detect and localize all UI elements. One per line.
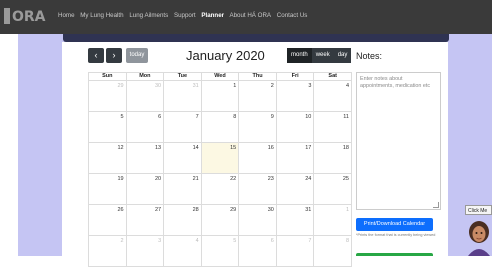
day-cell[interactable]: 4 xyxy=(313,80,352,112)
chat-tooltip[interactable]: Click Me xyxy=(465,205,492,215)
day-cell[interactable]: 4 xyxy=(163,235,202,267)
day-cell[interactable]: 10 xyxy=(275,111,315,143)
view-switcher: month week day xyxy=(287,48,352,63)
today-cell[interactable]: 15 xyxy=(200,142,240,174)
chat-avatar[interactable] xyxy=(466,218,492,256)
view-week-button[interactable]: week xyxy=(311,48,334,63)
day-cell[interactable]: 8 xyxy=(313,235,352,267)
day-cell[interactable]: 29 xyxy=(200,204,240,236)
day-cell[interactable]: 6 xyxy=(125,111,165,143)
prev-month-button[interactable]: ‹ xyxy=(88,48,104,63)
day-cell[interactable]: 7 xyxy=(163,111,202,143)
weekday-header: Tue xyxy=(163,72,202,81)
print-calendar-button[interactable]: Print/Download Calendar xyxy=(356,218,433,231)
week-row: 29 30 31 1 2 3 4 xyxy=(88,80,352,112)
weekday-header-row: Sun Mon Tue Wed Thu Fri Sat xyxy=(88,72,352,81)
day-cell[interactable]: 1 xyxy=(313,204,352,236)
week-row: 26 27 28 29 30 31 1 xyxy=(88,204,352,236)
nav-link-contact[interactable]: Contact Us xyxy=(277,12,308,19)
nav-link-home[interactable]: Home xyxy=(58,12,75,19)
day-cell[interactable]: 31 xyxy=(163,80,202,112)
day-cell[interactable]: 7 xyxy=(275,235,315,267)
notes-heading: Notes: xyxy=(356,51,383,61)
day-cell[interactable]: 14 xyxy=(163,142,202,174)
nav-link-support[interactable]: Support xyxy=(174,12,196,19)
day-cell[interactable]: 21 xyxy=(163,173,202,205)
week-row: 12 13 14 15 16 17 18 xyxy=(88,142,352,174)
top-navbar: ORA Home My Lung Health Lung Ailments Su… xyxy=(0,0,492,34)
day-cell[interactable]: 24 xyxy=(275,173,315,205)
weekday-header: Sat xyxy=(313,72,352,81)
notes-textarea[interactable]: Enter notes about appointments, medicati… xyxy=(356,72,441,210)
day-cell[interactable]: 13 xyxy=(125,142,165,174)
view-month-button[interactable]: month xyxy=(287,48,312,63)
weekday-header: Sun xyxy=(88,72,127,81)
day-cell[interactable]: 2 xyxy=(238,80,277,112)
day-cell[interactable]: 29 xyxy=(88,80,127,112)
day-cell[interactable]: 8 xyxy=(200,111,240,143)
print-note: *Prints the format that is currently bei… xyxy=(356,233,436,237)
day-cell[interactable]: 30 xyxy=(238,204,277,236)
day-cell[interactable]: 6 xyxy=(238,235,277,267)
calendar-title: January 2020 xyxy=(186,48,265,63)
day-cell[interactable]: 11 xyxy=(313,111,352,143)
weekday-header: Mon xyxy=(125,72,165,81)
day-cell[interactable]: 5 xyxy=(88,111,127,143)
weekday-header: Wed xyxy=(200,72,240,81)
week-row: 19 20 21 22 23 24 25 xyxy=(88,173,352,205)
nav-link-lung-ailments[interactable]: Lung Ailments xyxy=(129,12,168,19)
nav-link-my-lung-health[interactable]: My Lung Health xyxy=(80,12,123,19)
chevron-left-icon: ‹ xyxy=(94,50,98,60)
today-button[interactable]: today xyxy=(126,48,148,63)
day-cell[interactable]: 23 xyxy=(238,173,277,205)
day-cell[interactable]: 12 xyxy=(88,142,127,174)
day-cell[interactable]: 16 xyxy=(238,142,277,174)
month-calendar: Sun Mon Tue Wed Thu Fri Sat 29 30 31 1 2… xyxy=(88,72,352,267)
week-row: 2 3 4 5 6 7 8 xyxy=(88,235,352,267)
day-cell[interactable]: 1 xyxy=(200,80,240,112)
weekday-header: Thu xyxy=(238,72,277,81)
nav-links: Home My Lung Health Lung Ailments Suppor… xyxy=(58,12,311,19)
day-cell[interactable]: 18 xyxy=(313,142,352,174)
day-cell[interactable]: 2 xyxy=(88,235,127,267)
week-row: 5 6 7 8 9 10 11 xyxy=(88,111,352,143)
resize-handle-icon[interactable] xyxy=(433,202,439,208)
header-strip xyxy=(63,34,449,42)
nav-link-about[interactable]: About HÁ ORA xyxy=(229,12,271,19)
day-cell[interactable]: 3 xyxy=(275,80,315,112)
day-cell[interactable]: 19 xyxy=(88,173,127,205)
day-cell[interactable]: 20 xyxy=(125,173,165,205)
view-day-button[interactable]: day xyxy=(333,48,352,63)
day-cell[interactable]: 5 xyxy=(200,235,240,267)
day-cell[interactable]: 3 xyxy=(125,235,165,267)
site-logo[interactable]: ORA xyxy=(4,8,46,26)
day-cell[interactable]: 17 xyxy=(275,142,315,174)
chevron-right-icon: › xyxy=(112,50,116,60)
day-cell[interactable]: 28 xyxy=(163,204,202,236)
day-cell[interactable]: 22 xyxy=(200,173,240,205)
day-cell[interactable]: 31 xyxy=(275,204,315,236)
nav-link-planner[interactable]: Planner xyxy=(201,12,224,19)
day-cell[interactable]: 9 xyxy=(238,111,277,143)
day-cell[interactable]: 27 xyxy=(125,204,165,236)
next-month-button[interactable]: › xyxy=(106,48,122,63)
day-cell[interactable]: 30 xyxy=(125,80,165,112)
weekday-header: Fri xyxy=(275,72,315,81)
day-cell[interactable]: 26 xyxy=(88,204,127,236)
day-cell[interactable]: 25 xyxy=(313,173,352,205)
notes-placeholder: Enter notes about appointments, medicati… xyxy=(360,76,431,89)
